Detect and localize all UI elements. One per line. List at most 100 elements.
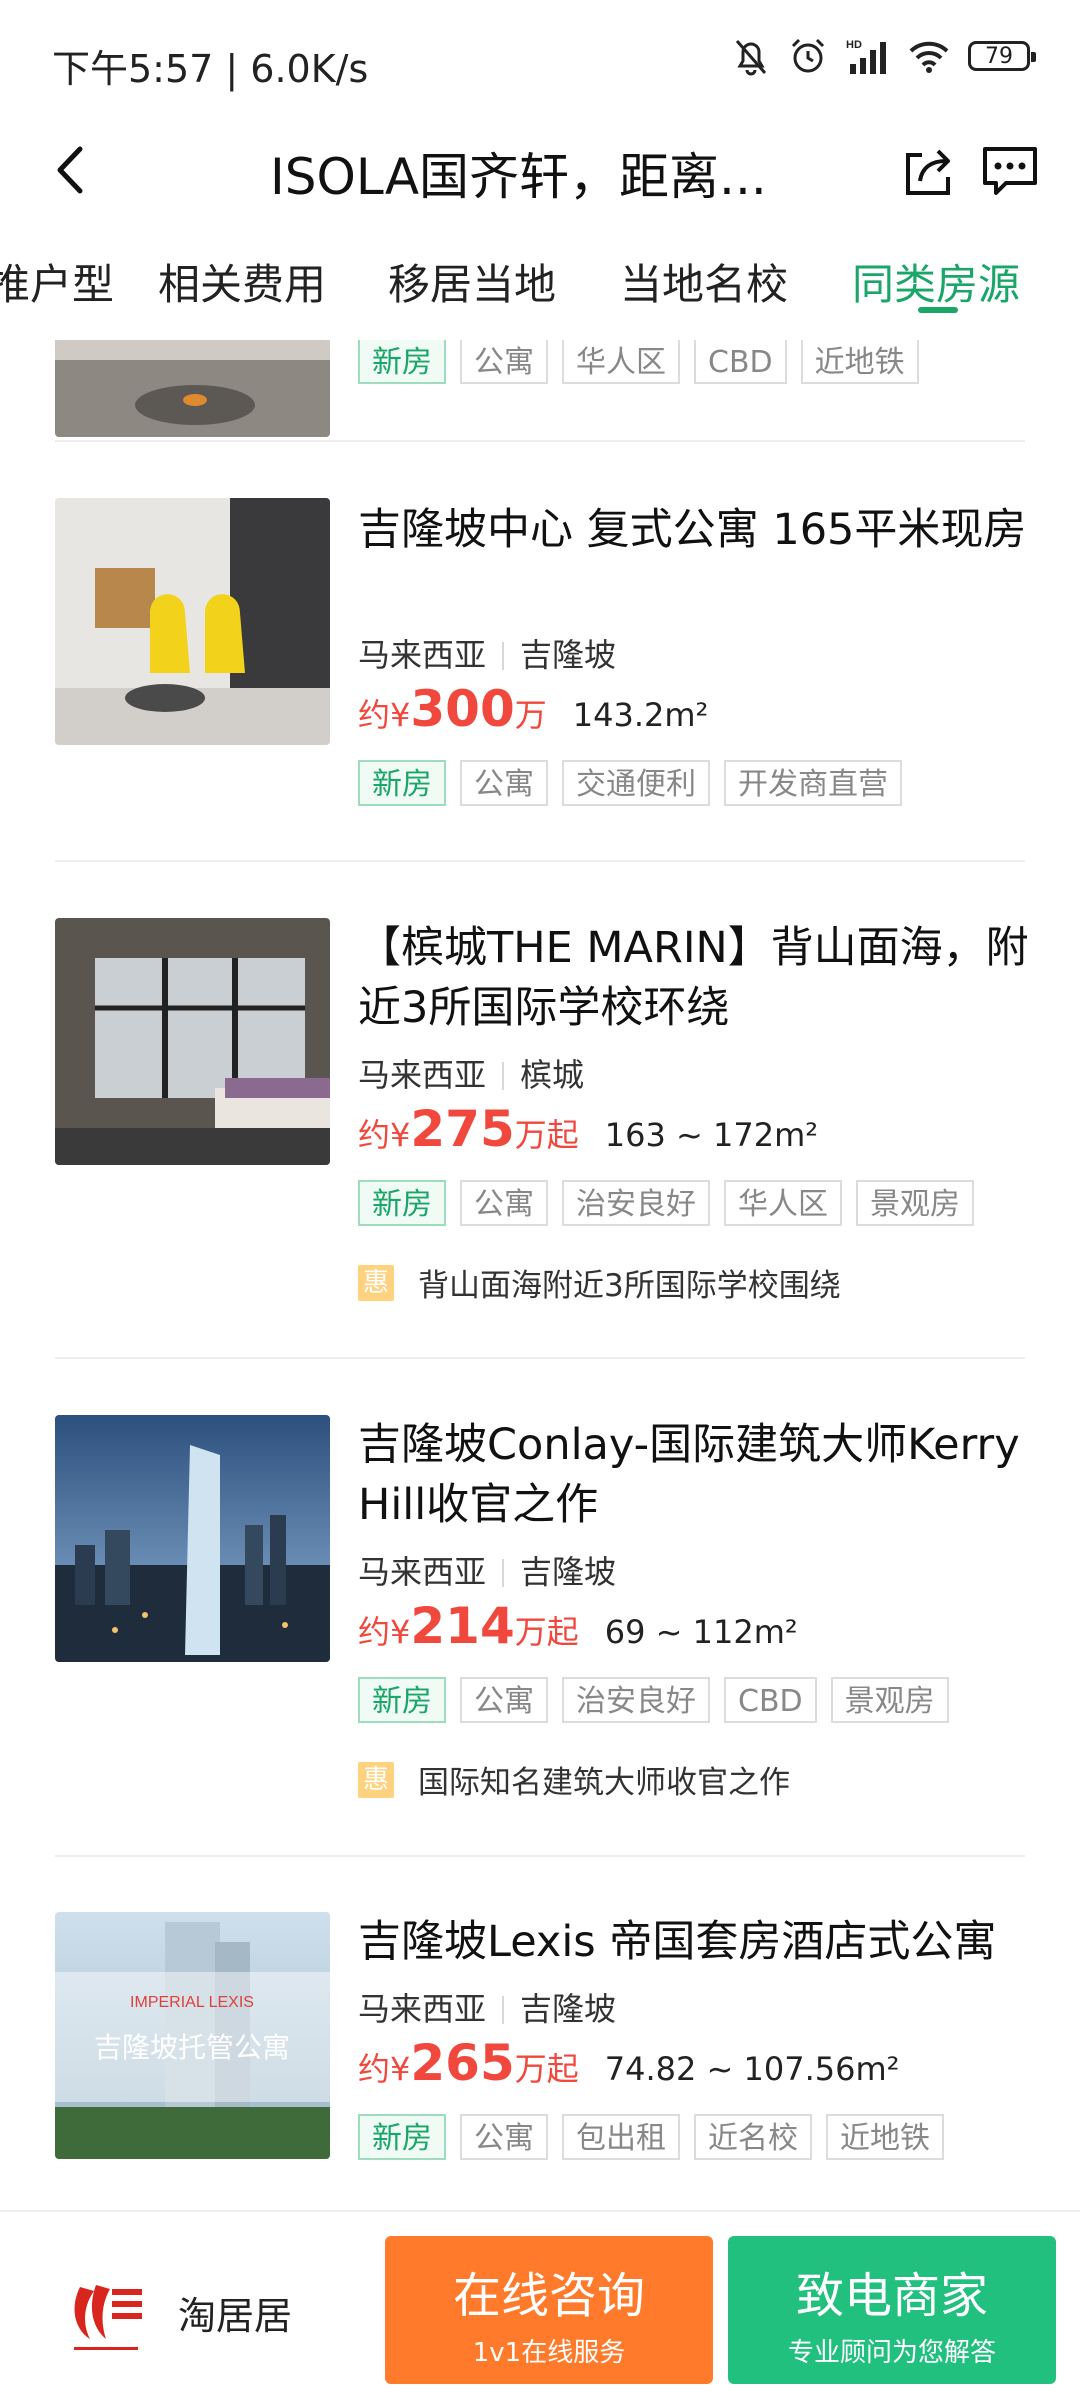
listing-promo: 惠国际知名建筑大师收官之作	[358, 1757, 790, 1802]
listing-city: 槟城	[520, 1056, 585, 1094]
tag: CBD	[724, 1677, 817, 1723]
listing-thumbnail[interactable]	[55, 1415, 330, 1662]
listing-tags: 新房 公寓 治安良好 CBD 景观房	[358, 1677, 949, 1723]
listing-location: 马来西亚 吉隆坡	[358, 630, 616, 676]
online-consult-button[interactable]: 在线咨询 1v1在线服务	[385, 2236, 713, 2384]
tab-fees[interactable]: 相关费用	[158, 251, 326, 312]
listing-country: 马来西亚	[358, 1553, 487, 1591]
brand[interactable]: 淘居居	[60, 2267, 292, 2357]
bottom-action-bar: 淘居居 在线咨询 1v1在线服务 致电商家 专业顾问为您解答	[0, 2210, 1080, 2402]
listing-tags: 新房 公寓 交通便利 开发商直营	[358, 760, 902, 806]
tag: 新房	[358, 1180, 446, 1226]
active-tab-indicator	[918, 307, 958, 313]
listing-title[interactable]: 吉隆坡Conlay-国际建筑大师Kerry Hill收官之作	[358, 1415, 1038, 1535]
wifi-icon	[909, 41, 949, 73]
battery-level: 79	[985, 43, 1013, 69]
price-value: 214	[410, 1597, 515, 1655]
separator	[502, 1559, 505, 1587]
tab-schools[interactable]: 当地名校	[620, 251, 788, 312]
price-suffix: 万起	[514, 1613, 579, 1651]
listing-city: 吉隆坡	[520, 636, 617, 674]
tag: 公寓	[460, 2114, 548, 2160]
tag: 治安良好	[562, 1677, 710, 1723]
section-tabs: 推户型 相关费用 移居当地 当地名校 同类房源	[0, 245, 1080, 325]
listing-location: 马来西亚 吉隆坡	[358, 1984, 616, 2030]
separator	[502, 1996, 505, 2024]
divider	[55, 440, 1025, 442]
listing-thumbnail[interactable]	[55, 340, 330, 437]
listing-price: 约¥214万起 69 ~ 112m²	[358, 1597, 798, 1655]
back-arrow-icon[interactable]	[48, 143, 98, 197]
call-button-label: 致电商家	[795, 2268, 988, 2324]
price-value: 275	[410, 1100, 515, 1158]
listing-title[interactable]: 吉隆坡Lexis 帝国套房酒店式公寓	[358, 1912, 1038, 1972]
separator	[502, 1062, 505, 1090]
tag: CBD	[694, 340, 787, 384]
listing-price: 约¥300万 143.2m²	[358, 680, 708, 738]
svg-text:HD: HD	[846, 39, 862, 51]
divider	[55, 1357, 1025, 1359]
price-prefix: 约¥	[358, 1613, 411, 1651]
tab-similar-listings[interactable]: 同类房源	[852, 251, 1020, 312]
price-prefix: 约¥	[358, 696, 411, 734]
tag: 包出租	[562, 2114, 680, 2160]
bedroom-photo-icon	[55, 918, 330, 1165]
battery-icon: 79	[968, 41, 1036, 71]
hotel-tower-photo-icon: IMPERIAL LEXIS 吉隆坡托管公寓	[55, 1912, 330, 2159]
tag: 公寓	[460, 1180, 548, 1226]
price-prefix: 约¥	[358, 1116, 411, 1154]
tag: 华人区	[562, 340, 680, 384]
listing-city: 吉隆坡	[520, 1553, 617, 1591]
listing-location: 马来西亚 槟城	[358, 1050, 584, 1096]
consult-button-label: 在线咨询	[452, 2268, 645, 2324]
separator	[502, 642, 505, 670]
title-bar: ISOLA国齐轩，距离...	[0, 125, 1080, 215]
tag: 新房	[358, 340, 446, 384]
listing-area: 163 ~ 172m²	[604, 1116, 819, 1154]
listing-price: 约¥275万起 163 ~ 172m²	[358, 1100, 818, 1158]
tag: 新房	[358, 760, 446, 806]
city-skyline-photo-icon	[55, 1415, 330, 1662]
status-time: 下午5:57 | 6.0K/s	[52, 47, 369, 91]
consult-button-sub: 1v1在线服务	[472, 2338, 626, 2368]
listing-area: 69 ~ 112m²	[604, 1613, 798, 1651]
share-icon[interactable]	[900, 143, 956, 199]
call-button-sub: 专业顾问为您解答	[787, 2338, 996, 2368]
image-brand: IMPERIAL LEXIS	[130, 1994, 254, 2011]
promo-text: 背山面海附近3所国际学校围绕	[418, 1268, 841, 1304]
price-value: 300	[410, 680, 515, 738]
tag: 公寓	[460, 1677, 548, 1723]
listing-title[interactable]: 【槟城THE MARIN】背山面海，附近3所国际学校环绕	[358, 918, 1038, 1038]
interior-photo-icon	[55, 340, 330, 437]
listing-list[interactable]: 新房 公寓 华人区 CBD 近地铁 吉隆坡中心 复式公寓 165平米现房 马来西…	[0, 340, 1080, 2210]
listing-thumbnail[interactable]	[55, 918, 330, 1165]
listing-price: 约¥265万起 74.82 ~ 107.56m²	[358, 2034, 900, 2092]
discount-badge-icon: 惠	[358, 1264, 394, 1301]
listing-title[interactable]: 吉隆坡中心 复式公寓 165平米现房	[358, 500, 1038, 560]
listing-tags: 新房 公寓 华人区 CBD 近地铁	[358, 340, 919, 384]
listing-thumbnail[interactable]: IMPERIAL LEXIS 吉隆坡托管公寓	[55, 1912, 330, 2159]
call-merchant-button[interactable]: 致电商家 专业顾问为您解答	[728, 2236, 1056, 2384]
price-suffix: 万	[514, 696, 547, 734]
message-icon[interactable]	[980, 143, 1040, 199]
divider	[55, 1855, 1025, 1857]
tag: 景观房	[856, 1180, 974, 1226]
interior-photo-icon	[55, 498, 330, 745]
listing-promo: 惠背山面海附近3所国际学校围绕	[358, 1260, 841, 1305]
tag: 近地铁	[826, 2114, 944, 2160]
tab-relocation[interactable]: 移居当地	[388, 251, 556, 312]
alarm-icon	[791, 38, 825, 73]
listing-thumbnail[interactable]	[55, 498, 330, 745]
discount-badge-icon: 惠	[358, 1761, 394, 1798]
listing-country: 马来西亚	[358, 636, 487, 674]
tag: 近名校	[694, 2114, 812, 2160]
listing-area: 74.82 ~ 107.56m²	[604, 2050, 900, 2088]
brand-logo-icon	[74, 2285, 142, 2350]
tag: 公寓	[460, 340, 548, 384]
price-prefix: 约¥	[358, 2050, 411, 2088]
listing-tags: 新房 公寓 包出租 近名校 近地铁	[358, 2114, 944, 2160]
listing-tags: 新房 公寓 治安良好 华人区 景观房	[358, 1180, 974, 1226]
image-caption: 吉隆坡托管公寓	[94, 2031, 290, 2064]
tab-layout[interactable]: 推户型	[0, 251, 114, 312]
tag: 交通便利	[562, 760, 710, 806]
